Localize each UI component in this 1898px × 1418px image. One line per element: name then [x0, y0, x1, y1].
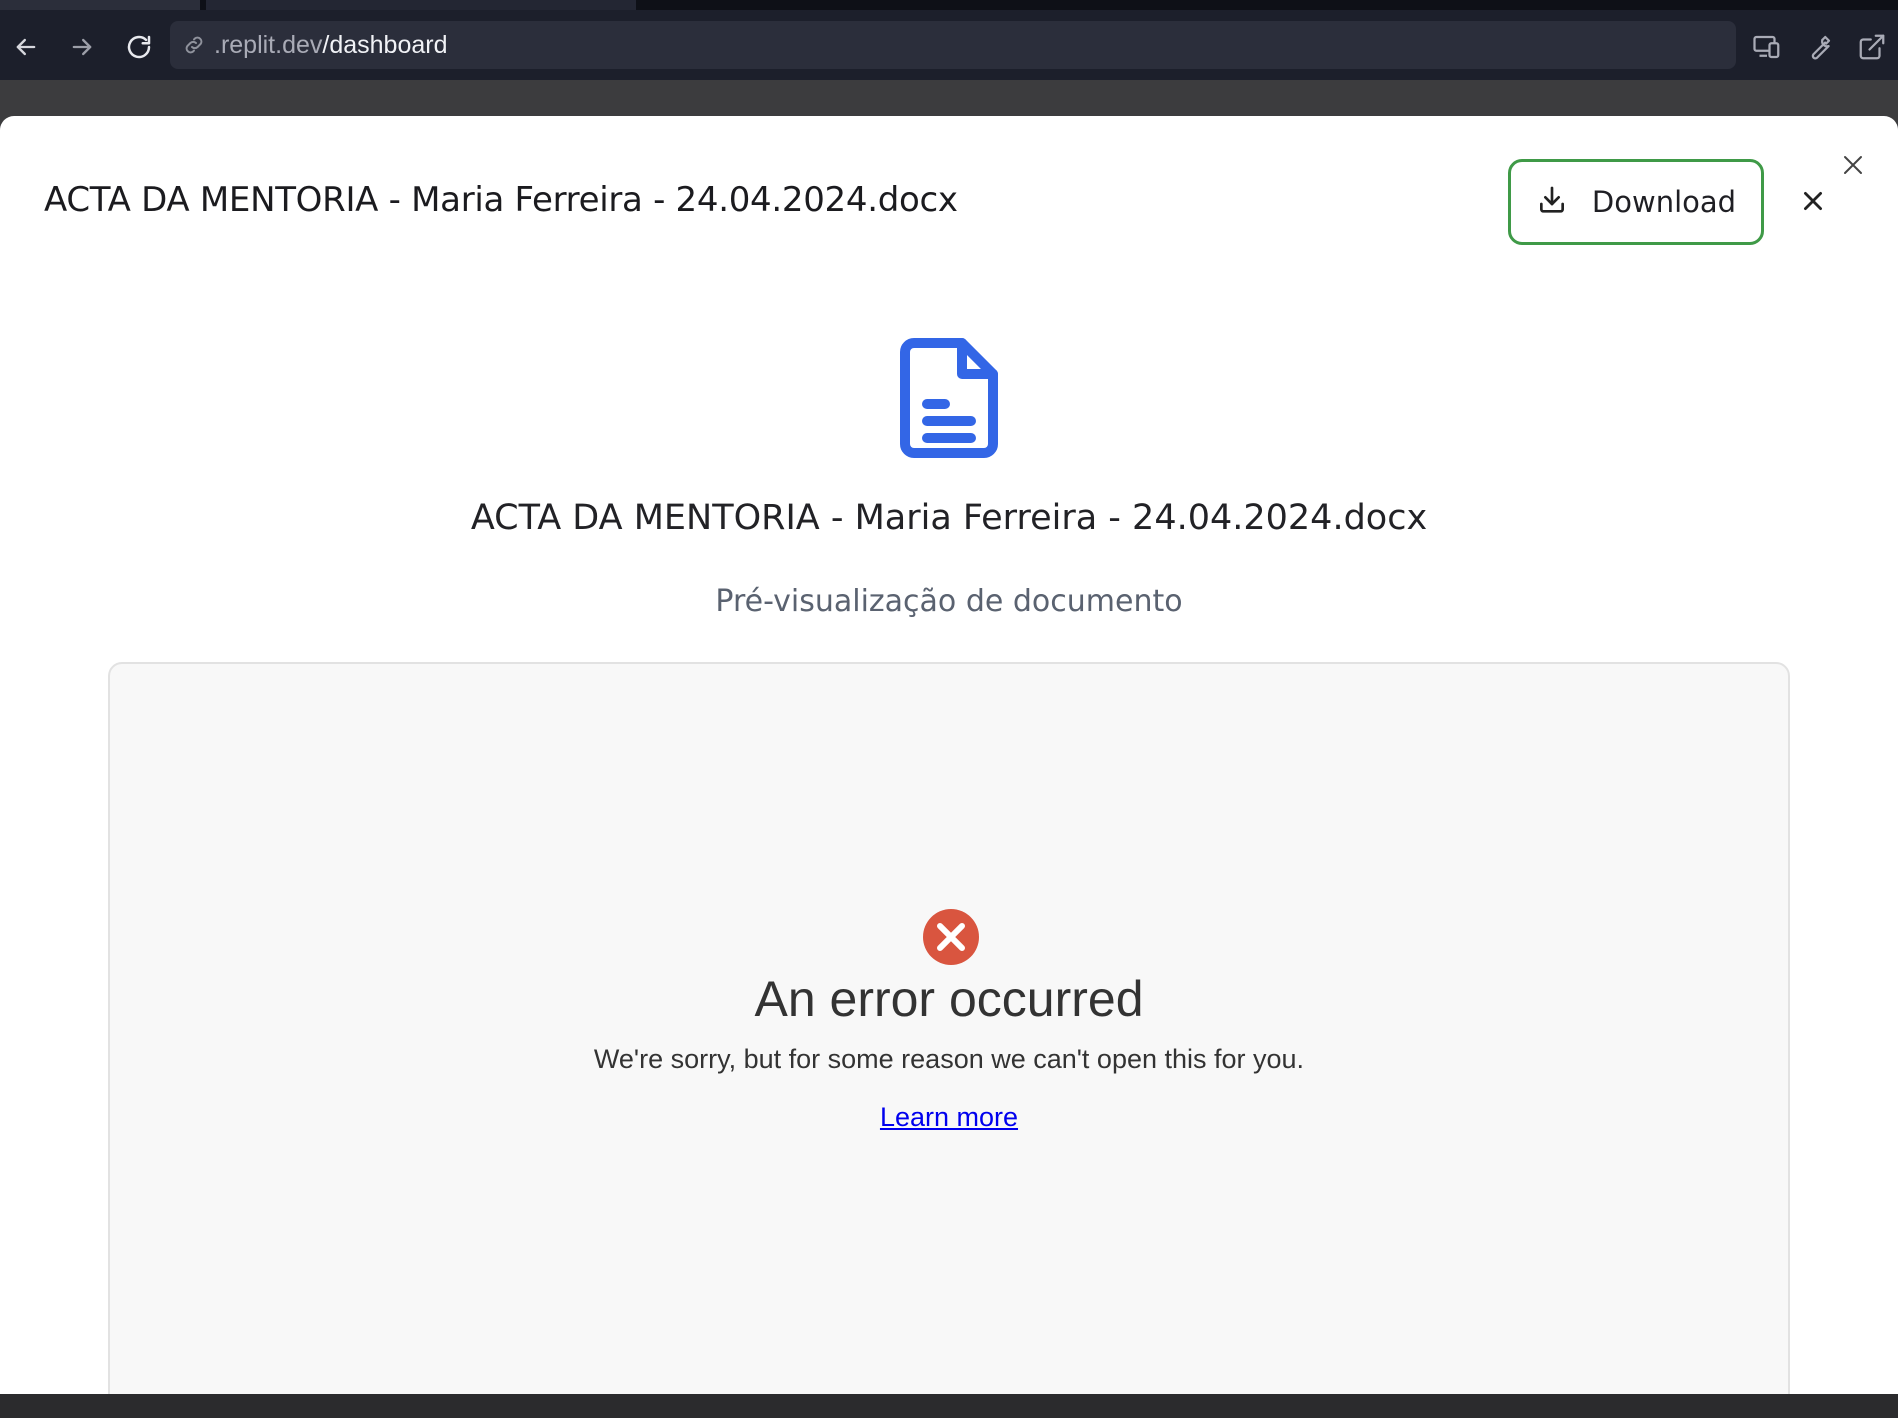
- file-text-icon: [900, 338, 998, 458]
- download-label: Download: [1591, 185, 1737, 219]
- modal-title: ACTA DA MENTORIA - Maria Ferreira - 24.0…: [44, 180, 958, 220]
- open-external-button[interactable]: [1855, 32, 1889, 66]
- devtools-button[interactable]: [1802, 32, 1836, 66]
- browser-toolbar: .replit.dev/dashboard: [0, 10, 1898, 80]
- reload-button[interactable]: [122, 32, 156, 66]
- link-icon: [182, 32, 208, 58]
- error-message: We're sorry, but for some reason we can'…: [593, 1044, 1305, 1074]
- wrench-icon: [1804, 32, 1834, 67]
- browser-tab[interactable]: [0, 0, 200, 10]
- forward-icon: [68, 33, 96, 66]
- document-preview-frame: An error occurred We're sorry, but for s…: [108, 662, 1790, 1394]
- devices-icon: [1752, 32, 1782, 67]
- browser-tab-active[interactable]: [206, 0, 636, 10]
- error-title: An error occurred: [754, 971, 1144, 1027]
- back-button[interactable]: [9, 32, 43, 66]
- document-subtitle: Pré-visualização de documento: [715, 584, 1183, 619]
- url-bar[interactable]: .replit.dev/dashboard: [170, 21, 1736, 69]
- close-icon: [1800, 188, 1826, 219]
- external-link-icon: [1857, 32, 1887, 67]
- url-host: .replit.dev: [214, 30, 323, 59]
- document-name: ACTA DA MENTORIA - Maria Ferreira - 24.0…: [470, 498, 1428, 538]
- reload-icon: [124, 32, 154, 67]
- page-bottom-strip: [0, 1394, 1898, 1418]
- url-path: /dashboard: [322, 30, 448, 59]
- download-icon: [1536, 184, 1568, 221]
- back-icon: [12, 33, 40, 66]
- dialog-close-button[interactable]: [1836, 150, 1870, 184]
- document-preview-modal: ACTA DA MENTORIA - Maria Ferreira - 24.0…: [0, 116, 1898, 1394]
- close-icon: [1841, 153, 1865, 182]
- forward-button[interactable]: [65, 32, 99, 66]
- devices-button[interactable]: [1750, 32, 1784, 66]
- browser-tabstrip: [0, 0, 1898, 10]
- learn-more-link[interactable]: Learn more: [880, 1102, 1018, 1132]
- download-button[interactable]: Download: [1508, 159, 1764, 245]
- error-icon: [922, 908, 980, 966]
- close-button[interactable]: [1796, 186, 1830, 220]
